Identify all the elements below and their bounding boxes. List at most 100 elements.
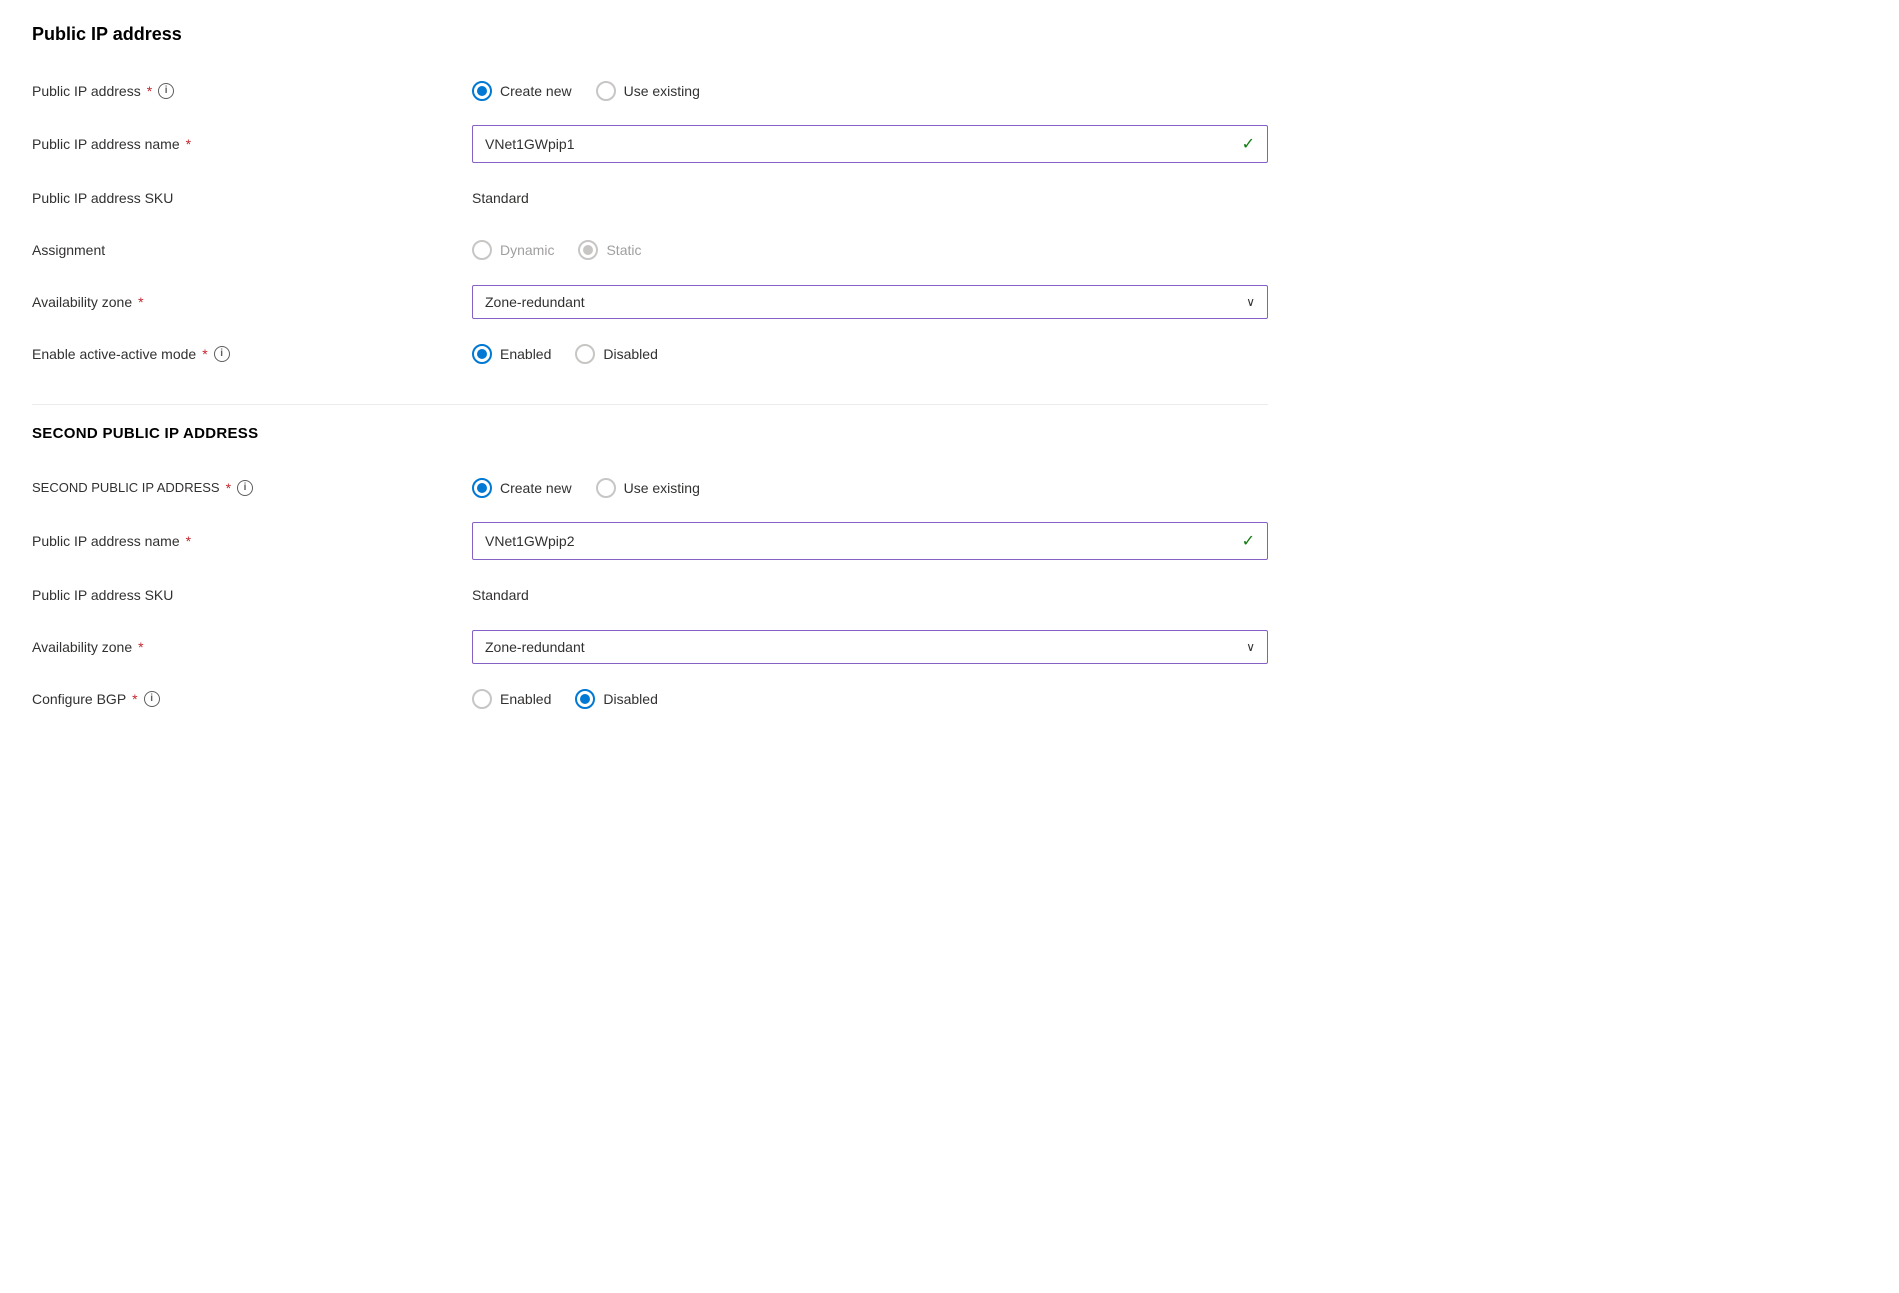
active-active-disabled-radio-circle[interactable] <box>575 344 595 364</box>
required-star-6: * <box>186 533 191 549</box>
chevron-down-icon-1: ∨ <box>1246 295 1255 309</box>
bgp-enabled-radio-circle[interactable] <box>472 689 492 709</box>
public-ip-address-control: Create new Use existing <box>472 81 1268 101</box>
active-active-radio-group: Enabled Disabled <box>472 344 658 364</box>
static-radio-option[interactable]: Static <box>578 240 641 260</box>
dynamic-radio-label: Dynamic <box>500 242 554 258</box>
active-active-mode-label-text: Enable active-active mode <box>32 346 196 362</box>
static-radio-circle <box>578 240 598 260</box>
bgp-disabled-radio-label: Disabled <box>603 691 657 707</box>
second-public-ip-name-row: Public IP address name * VNet1GWpip2 ✓ <box>32 514 1268 569</box>
public-ip-name-input-wrapper[interactable]: VNet1GWpip1 ✓ <box>472 125 1268 163</box>
second-public-ip-row: SECOND PUBLIC IP ADDRESS * i Create new … <box>32 462 1268 514</box>
info-icon-active-active[interactable]: i <box>214 346 230 362</box>
active-active-mode-control: Enabled Disabled <box>472 344 1268 364</box>
required-star-1: * <box>147 83 152 99</box>
public-ip-radio-group: Create new Use existing <box>472 81 700 101</box>
availability-zone-row: Availability zone * Zone-redundant ∨ <box>32 276 1268 328</box>
availability-zone-control: Zone-redundant ∨ <box>472 285 1268 319</box>
active-active-enabled-radio-option[interactable]: Enabled <box>472 344 551 364</box>
create-new-radio-label: Create new <box>500 83 572 99</box>
second-create-new-radio-circle[interactable] <box>472 478 492 498</box>
required-star-7: * <box>138 639 143 655</box>
public-ip-sku-value: Standard <box>472 190 529 206</box>
required-star-8: * <box>132 691 137 707</box>
static-radio-label: Static <box>606 242 641 258</box>
availability-zone-dropdown[interactable]: Zone-redundant ∨ <box>472 285 1268 319</box>
bgp-enabled-radio-option[interactable]: Enabled <box>472 689 551 709</box>
public-ip-sku-label-text: Public IP address SKU <box>32 190 173 206</box>
active-active-disabled-radio-option[interactable]: Disabled <box>575 344 657 364</box>
create-new-radio-option[interactable]: Create new <box>472 81 572 101</box>
second-use-existing-radio-option[interactable]: Use existing <box>596 478 700 498</box>
chevron-down-icon-2: ∨ <box>1246 640 1255 654</box>
use-existing-radio-circle[interactable] <box>596 81 616 101</box>
bgp-disabled-radio-option[interactable]: Disabled <box>575 689 657 709</box>
second-use-existing-radio-circle[interactable] <box>596 478 616 498</box>
public-ip-sku-control: Standard <box>472 190 1268 206</box>
assignment-label-text: Assignment <box>32 242 105 258</box>
second-public-ip-sku-value: Standard <box>472 587 529 603</box>
public-ip-name-row: Public IP address name * VNet1GWpip1 ✓ <box>32 117 1268 172</box>
dynamic-radio-option[interactable]: Dynamic <box>472 240 554 260</box>
bgp-enabled-radio-label: Enabled <box>500 691 551 707</box>
required-star-5: * <box>226 480 231 496</box>
info-icon-second-public-ip[interactable]: i <box>237 480 253 496</box>
assignment-control: Dynamic Static <box>472 240 1268 260</box>
bgp-disabled-radio-circle[interactable] <box>575 689 595 709</box>
availability-zone-label-text: Availability zone <box>32 294 132 310</box>
configure-bgp-radio-group: Enabled Disabled <box>472 689 658 709</box>
use-existing-radio-option[interactable]: Use existing <box>596 81 700 101</box>
required-star-2: * <box>186 136 191 152</box>
second-availability-zone-value: Zone-redundant <box>485 639 585 655</box>
second-availability-zone-dropdown[interactable]: Zone-redundant ∨ <box>472 630 1268 664</box>
dynamic-radio-circle <box>472 240 492 260</box>
section-divider <box>32 404 1268 405</box>
section2-title: SECOND PUBLIC IP ADDRESS <box>32 425 1268 442</box>
second-public-ip-sku-control: Standard <box>472 587 1268 603</box>
second-availability-zone-row: Availability zone * Zone-redundant ∨ <box>32 621 1268 673</box>
active-active-disabled-radio-label: Disabled <box>603 346 657 362</box>
second-create-new-radio-option[interactable]: Create new <box>472 478 572 498</box>
info-icon-public-ip[interactable]: i <box>158 83 174 99</box>
public-ip-name-control: VNet1GWpip1 ✓ <box>472 125 1268 163</box>
configure-bgp-label-text: Configure BGP <box>32 691 126 707</box>
section2: SECOND PUBLIC IP ADDRESS SECOND PUBLIC I… <box>32 404 1268 725</box>
create-new-radio-circle[interactable] <box>472 81 492 101</box>
availability-zone-value: Zone-redundant <box>485 294 585 310</box>
second-public-ip-name-input-wrapper[interactable]: VNet1GWpip2 ✓ <box>472 522 1268 560</box>
use-existing-radio-label: Use existing <box>624 83 700 99</box>
second-public-ip-sku-label-text: Public IP address SKU <box>32 587 173 603</box>
public-ip-address-label: Public IP address * i <box>32 83 472 99</box>
assignment-radio-group: Dynamic Static <box>472 240 641 260</box>
configure-bgp-control: Enabled Disabled <box>472 689 1268 709</box>
second-public-ip-sku-row: Public IP address SKU Standard <box>32 569 1268 621</box>
second-public-ip-name-input-value: VNet1GWpip2 <box>485 533 574 549</box>
section1-title: Public IP address <box>32 24 1268 45</box>
active-active-enabled-radio-circle[interactable] <box>472 344 492 364</box>
availability-zone-label: Availability zone * <box>32 294 472 310</box>
check-icon-2: ✓ <box>1242 531 1255 551</box>
assignment-row: Assignment Dynamic Static <box>32 224 1268 276</box>
public-ip-name-input-value: VNet1GWpip1 <box>485 136 574 152</box>
second-availability-zone-control: Zone-redundant ∨ <box>472 630 1268 664</box>
second-public-ip-name-label: Public IP address name * <box>32 533 472 549</box>
info-icon-configure-bgp[interactable]: i <box>144 691 160 707</box>
second-availability-zone-label: Availability zone * <box>32 639 472 655</box>
check-icon-1: ✓ <box>1242 134 1255 154</box>
section1: Public IP address Public IP address * i … <box>32 24 1268 380</box>
required-star-4: * <box>202 346 207 362</box>
second-use-existing-radio-label: Use existing <box>624 480 700 496</box>
second-availability-zone-label-text: Availability zone <box>32 639 132 655</box>
public-ip-address-row: Public IP address * i Create new Use exi… <box>32 65 1268 117</box>
second-public-ip-label-text: SECOND PUBLIC IP ADDRESS <box>32 480 220 495</box>
active-active-enabled-radio-label: Enabled <box>500 346 551 362</box>
public-ip-name-label-text: Public IP address name <box>32 136 180 152</box>
configure-bgp-row: Configure BGP * i Enabled Disabled <box>32 673 1268 725</box>
required-star-3: * <box>138 294 143 310</box>
assignment-label: Assignment <box>32 242 472 258</box>
public-ip-name-label: Public IP address name * <box>32 136 472 152</box>
second-create-new-radio-label: Create new <box>500 480 572 496</box>
configure-bgp-label: Configure BGP * i <box>32 691 472 707</box>
public-ip-sku-label: Public IP address SKU <box>32 190 472 206</box>
